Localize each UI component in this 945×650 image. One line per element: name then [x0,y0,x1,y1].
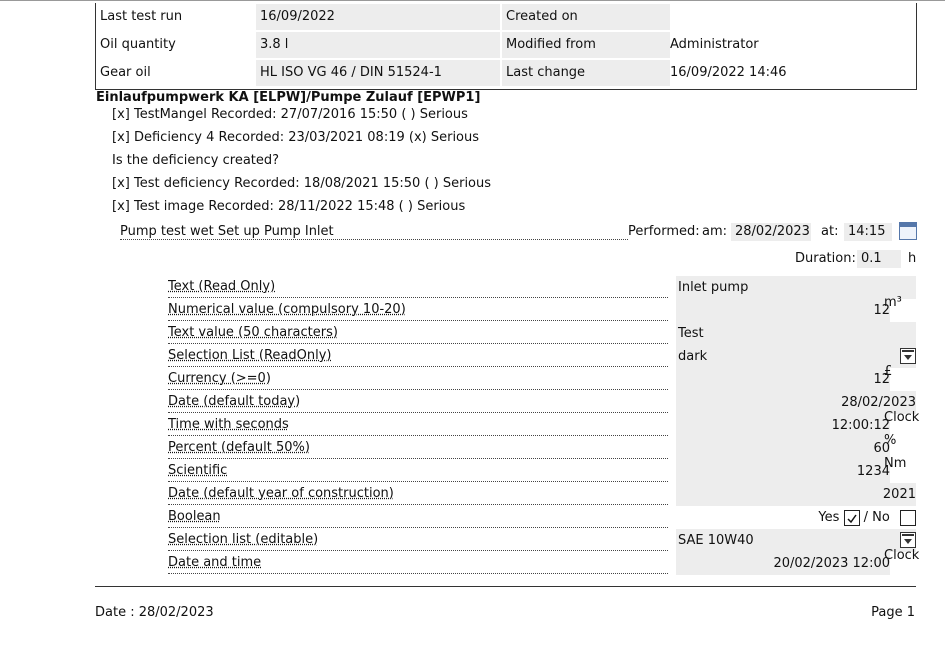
test-name: Pump test wet Set up Pump Inlet [120,223,628,240]
field-label: Text (Read Only) [168,276,668,298]
info-table: Last test run 16/09/2022 Created on Oil … [95,3,917,90]
field-label-text: Time with seconds [168,417,289,432]
field-value[interactable]: dark [676,345,916,368]
field-value-text: 28/02/2023 [841,395,916,410]
boolean-field: Yes / No [808,506,916,529]
field-label-text: Date and time [168,555,262,570]
info-label: Modified from [502,32,670,58]
at-label: at: [821,224,839,239]
info-label: Gear oil [100,65,151,80]
field-value-text: 20/02/2023 12:00 [773,556,890,571]
deficiency-question: Is the deficiency created? [112,153,280,168]
field-value-text: Test [678,326,704,341]
field-value[interactable]: 12:00:12 [676,414,890,437]
field-value[interactable]: 1234 [676,460,890,483]
duration-label: Duration: [795,251,856,266]
info-value: HL ISO VG 46 / DIN 51524-1 [256,60,500,86]
info-value: 16/09/2022 [256,4,500,30]
field-value[interactable]: 12 [676,368,890,391]
performed-time[interactable]: 14:15 [844,223,892,241]
field-value[interactable]: 12 [676,299,890,322]
deficiency-item: [x] Test image Recorded: 28/11/2022 15:4… [112,199,466,214]
field-unit: % [884,433,897,448]
field-label: Selection List (ReadOnly) [168,345,668,367]
asset-heading: Einlaufpumpwerk KA [ELPW]/Pumpe Zulauf [… [96,90,481,105]
test-name-text: Pump test wet Set up Pump Inlet [120,224,334,239]
field-label: Date (default year of construction) [168,483,668,505]
info-value [670,4,910,30]
info-row: Last test run 16/09/2022 Created on [96,3,916,31]
top-rule [0,0,945,1]
field-value[interactable]: 2021 [676,483,916,506]
field-value-text: 12:00:12 [831,418,890,433]
field-value-text: SAE 10W40 [678,533,754,548]
field-label: Date and time [168,552,668,574]
info-value: 3.8 l [256,32,500,58]
field-unit: Clock [884,548,920,563]
field-label: Selection list (editable) [168,529,668,551]
check-icon [846,514,857,523]
field-label-text: Text (Read Only) [168,279,276,294]
field-unit: £ [884,364,893,379]
am-label: am: [702,224,728,239]
field-value[interactable]: 20/02/2023 12:00 [676,552,890,575]
field-label: Date (default today) [168,391,668,413]
field-label-text: Text value (50 characters) [168,325,338,340]
field-value[interactable]: 60 [676,437,890,460]
field-value[interactable]: Inlet pump [676,276,916,299]
field-value-text: 2021 [882,487,916,502]
field-label-text: Date (default year of construction) [168,486,394,501]
field-label-text: Boolean [168,509,221,524]
field-unit: m³ [884,295,902,310]
footer-rule [95,586,916,587]
field-value-text: Inlet pump [678,280,749,295]
field-label-text: Scientific [168,463,228,478]
dropdown-arrow-icon[interactable] [900,532,916,548]
info-value: Administrator [670,37,759,52]
field-label-text: Numerical value (compulsory 10-20) [168,302,406,317]
field-label-text: Percent (default 50%) [168,440,310,455]
info-label: Last test run [100,9,183,24]
field-label: Numerical value (compulsory 10-20) [168,299,668,321]
dropdown-arrow-icon[interactable] [900,348,916,364]
field-value[interactable]: Test [676,322,916,345]
yes-label: Yes [818,510,840,525]
deficiency-item: [x] Test deficiency Recorded: 18/08/2021… [112,176,492,191]
field-label-text: Currency (>=0) [168,371,271,386]
field-label-text: Selection list (editable) [168,532,319,547]
field-unit: Clock [884,410,920,425]
field-value[interactable]: 28/02/2023 [676,391,916,414]
footer-page: Page 1 [871,605,915,620]
field-label: Scientific [168,460,668,482]
field-label: Time with seconds [168,414,668,436]
info-row: Gear oil HL ISO VG 46 / DIN 51524-1 Last… [96,59,916,87]
field-label: Currency (>=0) [168,368,668,390]
performed-label: Performed: [628,224,700,239]
field-label: Text value (50 characters) [168,322,668,344]
info-row: Oil quantity 3.8 l Modified from Adminis… [96,31,916,59]
info-label: Last change [502,60,670,86]
performed-date[interactable]: 28/02/2023 [731,223,811,241]
deficiency-item: [x] Deficiency 4 Recorded: 23/03/2021 08… [112,130,480,145]
field-label-text: Date (default today) [168,394,301,409]
info-label: Created on [502,4,670,30]
duration-value[interactable]: 0.1 [857,250,901,268]
field-label: Percent (default 50%) [168,437,668,459]
deficiency-item: [x] TestMangel Recorded: 27/07/2016 15:5… [112,107,468,122]
field-label: Boolean [168,506,668,528]
no-label: / No [863,510,890,525]
footer-date: Date : 28/02/2023 [95,605,214,620]
field-label-text: Selection List (ReadOnly) [168,348,332,363]
yes-checkbox[interactable] [843,509,860,526]
field-unit: Nm [884,456,907,471]
duration-unit: h [908,251,917,266]
info-label: Oil quantity [100,37,176,52]
calendar-icon[interactable] [899,222,917,240]
info-value: 16/09/2022 14:46 [670,65,787,80]
field-value-text: dark [678,349,708,364]
field-value[interactable]: SAE 10W40 [676,529,916,552]
no-checkbox[interactable] [900,509,916,526]
